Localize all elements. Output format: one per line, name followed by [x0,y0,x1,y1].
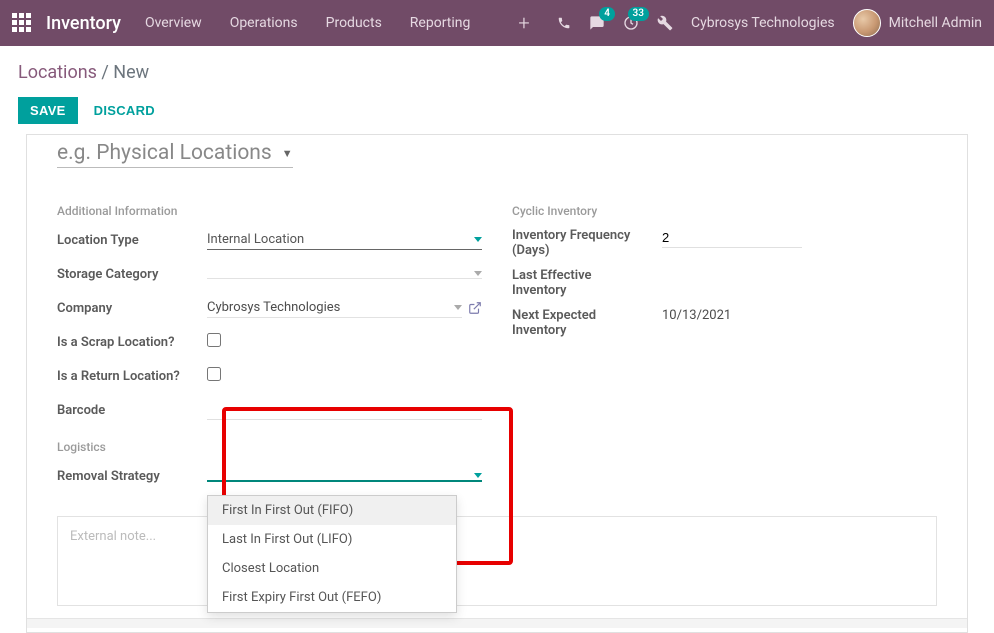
section-logistics: Logistics [57,440,482,454]
caret-down-icon [474,271,482,276]
user-menu[interactable]: Mitchell Admin [853,9,982,37]
label-last-eff: Last Effective Inventory [512,268,662,298]
dropdown-option-lifo[interactable]: Last In First Out (LIFO) [208,525,456,554]
dropdown-option-fifo[interactable]: First In First Out (FIFO) [208,496,456,525]
next-exp-value: 10/13/2021 [662,308,731,323]
dropdown-option-fefo[interactable]: First Expiry First Out (FEFO) [208,583,456,612]
menu-overview[interactable]: Overview [145,15,202,31]
breadcrumb-parent[interactable]: Locations [18,62,97,83]
breadcrumb: Locations / New [18,62,976,83]
top-navbar: Inventory Overview Operations Products R… [0,0,994,46]
control-bar: Locations / New SAVE DISCARD [0,46,994,134]
app-brand[interactable]: Inventory [46,13,121,34]
label-inv-freq: Inventory Frequency (Days) [512,228,662,258]
label-next-exp: Next Expected Inventory [512,308,662,338]
label-barcode: Barcode [57,403,207,418]
menu-operations[interactable]: Operations [230,15,298,31]
label-return: Is a Return Location? [57,369,207,384]
external-link-icon[interactable] [468,301,482,315]
label-storage-category: Storage Category [57,267,207,282]
barcode-input[interactable] [207,400,482,420]
caret-down-icon [474,237,482,242]
return-checkbox[interactable] [207,367,221,381]
label-removal-strategy: Removal Strategy [57,469,207,484]
activity-icon[interactable]: 33 [623,15,639,31]
note-placeholder: External note... [70,529,156,544]
company-switcher[interactable]: Cybrosys Technologies [691,15,835,31]
menu-plus-icon[interactable]: + [518,11,529,35]
label-location-type: Location Type [57,233,207,248]
chevron-down-icon: ▼ [282,147,293,160]
apps-icon[interactable] [12,13,32,33]
form-sheet: e.g. Physical Locations ▼ Additional Inf… [26,134,968,633]
avatar-icon [853,9,881,37]
label-scrap: Is a Scrap Location? [57,335,207,350]
activity-badge: 33 [628,7,649,21]
breadcrumb-current: New [113,62,149,83]
breadcrumb-sep: / [97,62,113,83]
scrap-checkbox[interactable] [207,333,221,347]
external-note[interactable]: External note... [57,516,937,606]
parent-location-placeholder: e.g. Physical Locations [57,141,272,165]
menu-products[interactable]: Products [326,15,382,31]
parent-location-field[interactable]: e.g. Physical Locations ▼ [57,141,293,168]
dropdown-option-closest[interactable]: Closest Location [208,554,456,583]
company-value: Cybrosys Technologies [207,300,340,315]
label-company: Company [57,301,207,316]
section-additional: Additional Information [57,204,482,218]
navbar-menu: Overview Operations Products Reporting + [145,11,530,35]
storage-category-select[interactable] [207,269,482,279]
location-type-value: Internal Location [207,232,304,247]
removal-strategy-dropdown: First In First Out (FIFO) Last In First … [207,495,457,613]
messages-icon[interactable]: 4 [589,15,605,31]
messages-badge: 4 [599,7,615,21]
save-button[interactable]: SAVE [18,97,78,124]
inv-freq-input[interactable] [662,228,802,248]
discard-button[interactable]: DISCARD [94,103,155,118]
company-select[interactable]: Cybrosys Technologies [207,298,462,318]
sheet-footer [27,618,967,628]
section-cyclic: Cyclic Inventory [512,204,937,218]
location-type-select[interactable]: Internal Location [207,230,482,250]
phone-icon[interactable] [557,16,571,30]
debug-icon[interactable] [657,15,673,31]
caret-down-icon [474,473,482,478]
user-name: Mitchell Admin [889,15,982,31]
menu-reporting[interactable]: Reporting [410,15,471,31]
removal-strategy-select[interactable] [207,471,482,482]
caret-down-icon [454,305,462,310]
